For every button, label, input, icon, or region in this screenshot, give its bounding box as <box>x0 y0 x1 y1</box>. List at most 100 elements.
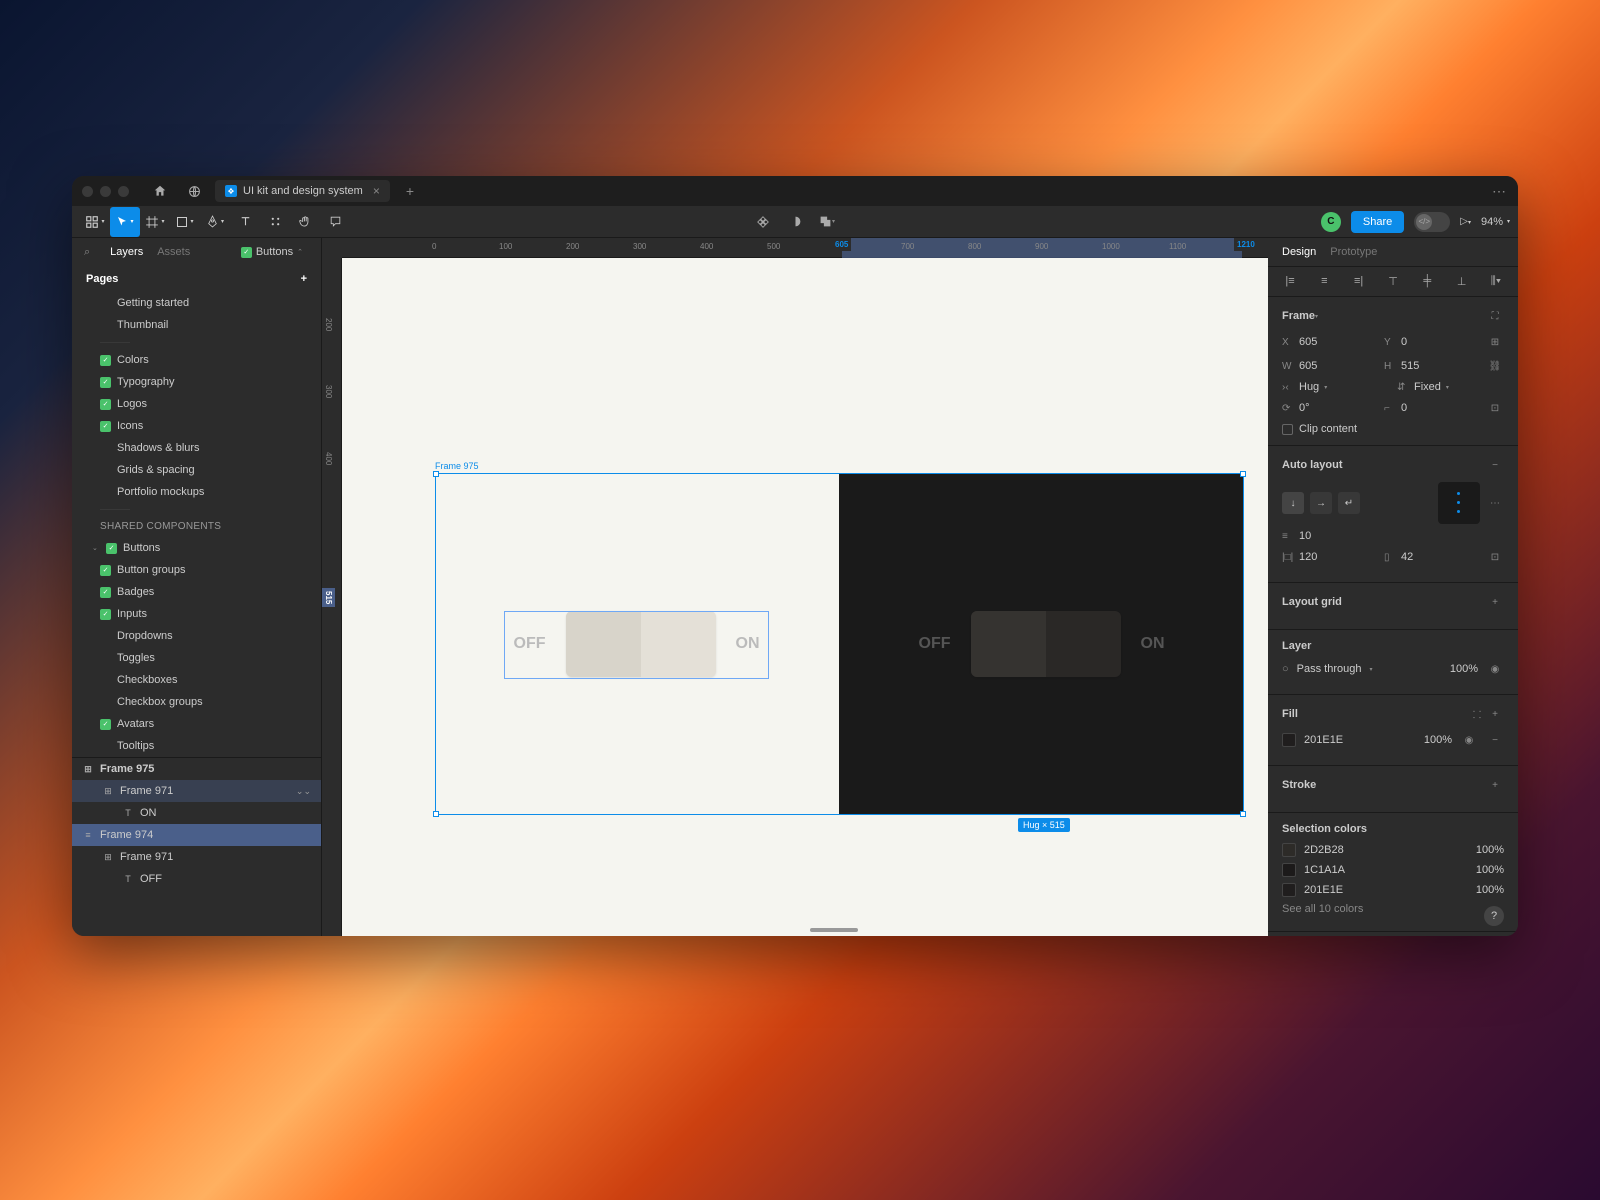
align-right-icon[interactable]: ≡| <box>1349 275 1369 288</box>
vsize-dropdown[interactable]: Fixed <box>1414 381 1441 393</box>
page-item[interactable]: Checkbox groups <box>80 691 313 713</box>
hsize-dropdown[interactable]: Hug <box>1299 381 1319 393</box>
page-item[interactable]: Portfolio mockups <box>80 481 313 503</box>
add-stroke-icon[interactable]: + <box>1486 776 1504 794</box>
autolayout-settings-icon[interactable]: ⋯ <box>1486 494 1504 512</box>
layer-row[interactable]: TOFF <box>72 868 321 890</box>
page-item[interactable]: Dropdowns <box>80 625 313 647</box>
zoom-control[interactable]: 94%▾ <box>1481 216 1510 228</box>
maximize-window-icon[interactable] <box>118 186 129 197</box>
direction-horizontal-icon[interactable]: → <box>1310 492 1332 514</box>
align-vcenter-icon[interactable]: ╪ <box>1417 275 1437 288</box>
resources-tool[interactable] <box>260 207 290 237</box>
color-swatch[interactable] <box>1282 863 1296 877</box>
page-item[interactable]: Checkboxes <box>80 669 313 691</box>
align-hcenter-icon[interactable]: ≡ <box>1314 275 1334 288</box>
search-icon[interactable]: ⌕ <box>84 246 90 259</box>
close-window-icon[interactable] <box>82 186 93 197</box>
see-all-colors[interactable]: See all 10 colors <box>1282 903 1363 915</box>
boolean-icon[interactable]: ▾ <box>815 210 839 234</box>
new-tab-button[interactable]: + <box>398 183 422 199</box>
layers-tab[interactable]: Layers <box>110 246 143 258</box>
add-page-button[interactable]: + <box>301 273 307 285</box>
present-button[interactable]: ▷▾ <box>1460 216 1471 227</box>
page-item[interactable]: Tooltips <box>80 735 313 757</box>
resize-fit-icon[interactable]: ⛶ <box>1486 307 1504 325</box>
page-item[interactable]: ✓Logos <box>80 393 313 415</box>
blend-mode-dropdown[interactable]: Pass through <box>1297 663 1362 675</box>
text-tool[interactable] <box>230 207 260 237</box>
globe-icon[interactable] <box>181 178 207 204</box>
fill-swatch[interactable] <box>1282 733 1296 747</box>
page-item[interactable]: ✓Icons <box>80 415 313 437</box>
page-dropdown[interactable]: ✓ Buttons ⌃ <box>235 244 309 260</box>
page-item[interactable]: Shadows & blurs <box>80 437 313 459</box>
fill-hex[interactable]: 201E1E <box>1304 734 1343 746</box>
hand-tool[interactable] <box>290 207 320 237</box>
w-input[interactable]: 605 <box>1299 360 1317 372</box>
page-item[interactable]: ✓Button groups <box>80 559 313 581</box>
opacity-input[interactable]: 100% <box>1450 663 1478 675</box>
file-tab[interactable]: ❖ UI kit and design system × <box>215 180 390 202</box>
page-item[interactable]: Thumbnail <box>80 314 313 336</box>
page-item[interactable]: ✓Badges <box>80 581 313 603</box>
share-button[interactable]: Share <box>1351 211 1404 233</box>
help-button[interactable]: ? <box>1484 906 1504 926</box>
canvas[interactable]: 0 100 200 300 400 500 700 800 900 1000 1… <box>322 238 1268 936</box>
color-swatch[interactable] <box>1282 883 1296 897</box>
layer-row[interactable]: ⊞Frame 971⌄⌄ <box>72 780 321 802</box>
close-tab-icon[interactable]: × <box>373 184 380 198</box>
minimize-window-icon[interactable] <box>100 186 111 197</box>
color-swatch[interactable] <box>1282 843 1296 857</box>
frame-tool[interactable]: ▾ <box>140 207 170 237</box>
alignment-widget[interactable] <box>1438 482 1480 524</box>
page-item[interactable]: ✓Typography <box>80 371 313 393</box>
y-input[interactable]: 0 <box>1401 336 1407 348</box>
pad-v-input[interactable]: 42 <box>1401 551 1413 563</box>
visibility-icon[interactable]: ◉ <box>1486 660 1504 678</box>
independent-corners-icon[interactable]: ⊡ <box>1486 399 1504 417</box>
radius-input[interactable]: 0 <box>1401 402 1407 414</box>
shape-tool[interactable]: ▾ <box>170 207 200 237</box>
distribute-icon[interactable]: ⫼▾ <box>1486 275 1506 288</box>
abs-position-icon[interactable]: ⊞ <box>1486 333 1504 351</box>
home-icon[interactable] <box>147 178 173 204</box>
move-tool[interactable]: ▾ <box>110 207 140 237</box>
layer-row[interactable]: ⊞Frame 975 <box>72 758 321 780</box>
page-item[interactable]: ✓Inputs <box>80 603 313 625</box>
remove-fill-icon[interactable]: − <box>1486 731 1504 749</box>
add-grid-icon[interactable]: + <box>1486 593 1504 611</box>
page-item[interactable]: ✓Avatars <box>80 713 313 735</box>
align-bottom-icon[interactable]: ⊥ <box>1452 275 1472 288</box>
constrain-icon[interactable]: ⛓ <box>1486 357 1504 375</box>
style-icon[interactable]: ⸬ <box>1468 705 1486 723</box>
assets-tab[interactable]: Assets <box>157 246 190 258</box>
clip-checkbox[interactable] <box>1282 424 1293 435</box>
direction-vertical-icon[interactable]: ↓ <box>1282 492 1304 514</box>
page-item[interactable]: Grids & spacing <box>80 459 313 481</box>
page-item[interactable]: Toggles <box>80 647 313 669</box>
gap-input[interactable]: 10 <box>1299 530 1311 542</box>
remove-autolayout-icon[interactable]: − <box>1486 456 1504 474</box>
main-menu-button[interactable]: ▾ <box>80 207 110 237</box>
component-icon[interactable] <box>751 210 775 234</box>
align-left-icon[interactable]: |≡ <box>1280 275 1300 288</box>
x-input[interactable]: 605 <box>1299 336 1317 348</box>
page-item[interactable]: Getting started <box>80 292 313 314</box>
canvas-scrollbar[interactable] <box>810 928 858 932</box>
window-menu-icon[interactable]: ⋯ <box>1492 183 1508 200</box>
user-avatar[interactable]: C <box>1321 212 1341 232</box>
toggle-knob[interactable] <box>971 611 1046 677</box>
prototype-tab[interactable]: Prototype <box>1330 246 1377 258</box>
design-tab[interactable]: Design <box>1282 246 1316 258</box>
h-input[interactable]: 515 <box>1401 360 1419 372</box>
layer-row[interactable]: TON <box>72 802 321 824</box>
align-top-icon[interactable]: ⊤ <box>1383 275 1403 288</box>
direction-wrap-icon[interactable]: ↵ <box>1338 492 1360 514</box>
rotation-input[interactable]: 0° <box>1299 402 1310 414</box>
page-item[interactable]: ✓Colors <box>80 349 313 371</box>
padding-individual-icon[interactable]: ⊡ <box>1486 548 1504 566</box>
fill-opacity[interactable]: 100% <box>1424 734 1452 746</box>
fill-visibility-icon[interactable]: ◉ <box>1460 731 1478 749</box>
toggle-track-dark[interactable] <box>971 611 1121 677</box>
